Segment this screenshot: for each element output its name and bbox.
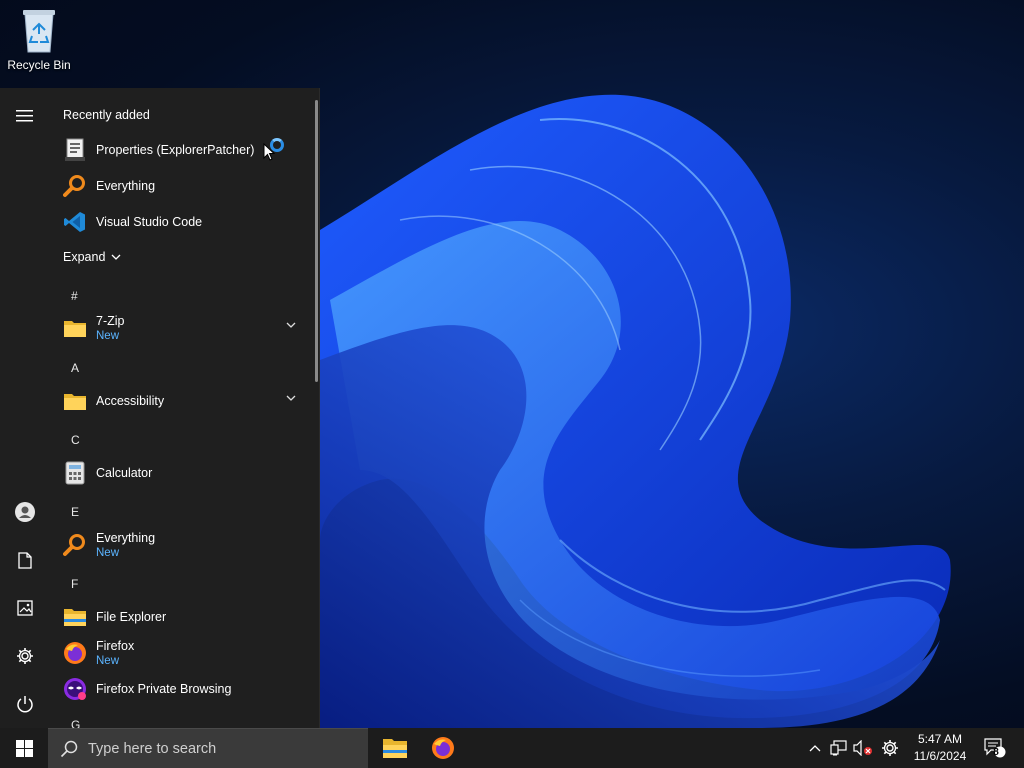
app-name: Properties (ExplorerPatcher) [96, 142, 255, 157]
app-item-accessibility[interactable]: Accessibility [58, 384, 310, 418]
letter-header-c[interactable]: C [71, 433, 80, 447]
hamburger-icon [16, 110, 33, 122]
firefox-icon [432, 737, 454, 759]
app-item-7-zip[interactable]: 7-Zip New [58, 311, 310, 345]
start-menu-rail [0, 88, 50, 728]
show-hidden-icons-button[interactable] [804, 728, 826, 768]
letter-header-a[interactable]: A [71, 361, 79, 375]
picture-icon [17, 600, 33, 616]
gear-icon [17, 648, 33, 664]
letter-header-f[interactable]: F [71, 577, 78, 591]
power-icon [17, 696, 33, 713]
documents-button[interactable] [9, 544, 41, 576]
file-explorer-icon [62, 604, 88, 630]
firefox-private-icon [62, 676, 88, 702]
folder-icon [62, 388, 88, 414]
taskbar: Type here to search 5:47 AM 11/6/2024 8 [0, 728, 1024, 768]
app-name: Accessibility [96, 393, 165, 408]
app-item-everything-recent[interactable]: Everything [58, 169, 310, 203]
new-badge: New [96, 654, 120, 667]
clock-time: 5:47 AM [917, 732, 963, 746]
search-icon [60, 740, 78, 757]
search-placeholder: Type here to search [88, 740, 217, 757]
everything-search-icon [62, 532, 88, 558]
busy-spinner-icon [270, 138, 284, 152]
settings-button[interactable] [9, 640, 41, 672]
start-menu: Recently added Properties (ExplorerPatch… [0, 88, 320, 728]
notification-count-badge: 8 [993, 747, 999, 758]
app-item-firefox-private-browsing[interactable]: Firefox Private Browsing [58, 672, 310, 706]
app-name: Everything [96, 178, 156, 193]
everything-search-icon [62, 173, 88, 199]
app-name: Everything [96, 530, 156, 545]
app-name: 7-Zip [96, 313, 125, 328]
taskbar-file-explorer[interactable] [371, 728, 419, 768]
app-name: Calculator [96, 465, 153, 480]
properties-icon [62, 137, 88, 163]
app-name: Firefox Private Browsing [96, 681, 232, 696]
app-name: Firefox [96, 638, 135, 653]
letter-header-hash[interactable]: # [71, 289, 78, 303]
hamburger-menu-button[interactable] [9, 100, 41, 132]
app-item-everything[interactable]: Everything New [58, 528, 310, 562]
letter-header-e[interactable]: E [71, 505, 79, 519]
volume-tray-button[interactable] [852, 728, 874, 768]
windows-logo-icon [15, 739, 33, 757]
taskbar-search-box[interactable]: Type here to search [48, 728, 368, 768]
user-account-button[interactable] [9, 496, 41, 528]
app-list: Recently added Properties (ExplorerPatch… [50, 88, 318, 728]
recycle-bin-icon [19, 6, 59, 54]
start-button[interactable] [0, 728, 48, 768]
taskbar-clock[interactable]: 5:47 AM 11/6/2024 [904, 731, 976, 765]
new-badge: New [96, 329, 120, 342]
user-avatar-icon [15, 502, 35, 522]
file-explorer-icon [383, 739, 407, 758]
app-item-firefox[interactable]: Firefox New [58, 636, 310, 670]
recycle-bin-shortcut[interactable]: Recycle Bin [4, 6, 74, 72]
clock-date: 11/6/2024 [913, 749, 967, 763]
expand-button[interactable]: Expand [63, 250, 121, 264]
network-disconnected-icon [830, 740, 847, 756]
recently-added-heading: Recently added [63, 108, 150, 122]
app-name: File Explorer [96, 609, 167, 624]
app-list-scrollbar[interactable] [315, 100, 318, 382]
settings-tray-button[interactable] [879, 728, 901, 768]
folder-icon [62, 315, 88, 341]
chevron-up-icon [809, 745, 821, 752]
app-item-visual-studio-code[interactable]: Visual Studio Code [58, 205, 310, 239]
recycle-bin-label: Recycle Bin [7, 58, 71, 72]
document-icon [18, 551, 32, 569]
calculator-icon [62, 460, 88, 486]
firefox-icon [62, 640, 88, 666]
gear-icon [882, 740, 898, 756]
chevron-down-icon[interactable] [286, 321, 296, 329]
network-tray-button[interactable] [828, 728, 850, 768]
new-badge: New [96, 546, 120, 559]
letter-header-g[interactable]: G [71, 718, 80, 728]
chevron-down-icon [111, 254, 121, 260]
power-button[interactable] [9, 688, 41, 720]
volume-muted-icon [853, 740, 872, 756]
vscode-icon [62, 209, 88, 235]
pictures-button[interactable] [9, 592, 41, 624]
app-item-file-explorer[interactable]: File Explorer [58, 600, 310, 634]
app-item-calculator[interactable]: Calculator [58, 456, 310, 490]
taskbar-firefox[interactable] [419, 728, 467, 768]
app-name: Visual Studio Code [96, 214, 203, 229]
expand-label: Expand [63, 250, 106, 264]
chevron-down-icon[interactable] [286, 394, 296, 402]
